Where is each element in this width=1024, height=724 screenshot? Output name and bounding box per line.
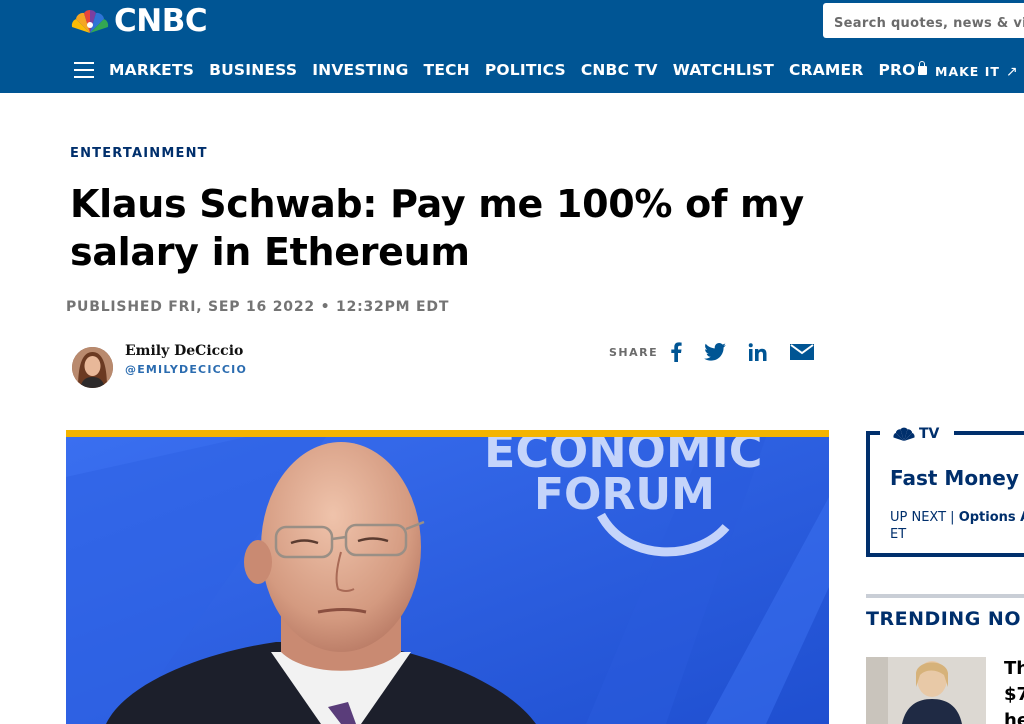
- linkedin-icon[interactable]: [748, 340, 768, 364]
- nav-item-pro[interactable]: PRO: [878, 60, 927, 80]
- hero-photo: ECONOMIC FORUM: [66, 437, 829, 724]
- share-label: SHARE: [609, 346, 659, 359]
- brand-wordmark: CNBC: [114, 3, 208, 39]
- up-next-show[interactable]: Options A: [959, 510, 1024, 525]
- search-input[interactable]: Search quotes, news & videos: [823, 3, 1024, 38]
- trending-divider: [866, 594, 1024, 598]
- lock-icon: [917, 61, 927, 75]
- external-arrow-icon: ↗: [1005, 64, 1019, 80]
- published-date: PUBLISHED FRI, SEP 16 2022 • 12:32PM EDT: [66, 299, 450, 315]
- nav-items: MARKETS BUSINESS INVESTING TECH POLITICS…: [109, 60, 942, 80]
- twitter-icon[interactable]: [704, 340, 726, 364]
- make-it-link[interactable]: MAKE IT ↗: [935, 64, 1019, 80]
- nav-item-investing[interactable]: INVESTING: [312, 60, 408, 80]
- trending-item-headline[interactable]: Th $7 he: [1004, 656, 1024, 724]
- author-name[interactable]: Emily DeCiccio: [125, 343, 243, 359]
- trending-line-3: he: [1004, 710, 1024, 724]
- site-header: CNBC Search quotes, news & videos MARKET…: [0, 0, 1024, 93]
- nav-item-cramer[interactable]: CRAMER: [789, 60, 863, 80]
- peacock-icon: [893, 427, 915, 441]
- menu-icon[interactable]: [74, 62, 94, 78]
- nav-item-pro-label: PRO: [878, 61, 916, 79]
- trending-line-1: Th: [1004, 658, 1024, 679]
- up-next: UP NEXT | Options A ET: [890, 509, 1024, 543]
- author-twitter-handle[interactable]: @EMILYDECICCIO: [125, 363, 247, 376]
- nav-item-tech[interactable]: TECH: [424, 60, 470, 80]
- share-bar: [670, 340, 836, 364]
- show-title[interactable]: Fast Money: [890, 466, 1019, 490]
- email-icon[interactable]: [790, 340, 814, 364]
- hero-image: ECONOMIC FORUM: [66, 437, 829, 724]
- trending-thumbnail[interactable]: [866, 657, 986, 724]
- main-nav: MARKETS BUSINESS INVESTING TECH POLITICS…: [0, 52, 1024, 90]
- cnbc-tv-tab: TV: [880, 422, 954, 446]
- sign-line-2: FORUM: [534, 469, 715, 520]
- facebook-icon[interactable]: [670, 340, 682, 364]
- cnbc-logo[interactable]: CNBC: [70, 3, 208, 39]
- nav-item-markets[interactable]: MARKETS: [109, 60, 194, 80]
- tv-label: TV: [919, 426, 940, 442]
- make-it-label: MAKE IT: [935, 64, 1000, 79]
- search-placeholder: Search quotes, news & videos: [834, 16, 1024, 31]
- author-avatar[interactable]: [72, 347, 113, 388]
- article-headline: Klaus Schwab: Pay me 100% of my salary i…: [70, 182, 804, 274]
- trending-photo: [866, 657, 986, 724]
- nav-item-business[interactable]: BUSINESS: [209, 60, 297, 80]
- section-eyebrow[interactable]: ENTERTAINMENT: [70, 146, 208, 161]
- nav-item-cnbc-tv[interactable]: CNBC TV: [581, 60, 658, 80]
- peacock-icon: [71, 9, 109, 33]
- author-photo: [72, 347, 113, 388]
- trending-line-2: $7: [1004, 684, 1024, 705]
- hero-accent-bar: [66, 430, 829, 437]
- nav-item-politics[interactable]: POLITICS: [485, 60, 566, 80]
- nav-item-watchlist[interactable]: WATCHLIST: [673, 60, 774, 80]
- up-next-timezone: ET: [890, 527, 907, 542]
- up-next-label: UP NEXT |: [890, 510, 955, 525]
- trending-heading: TRENDING NO: [866, 608, 1021, 630]
